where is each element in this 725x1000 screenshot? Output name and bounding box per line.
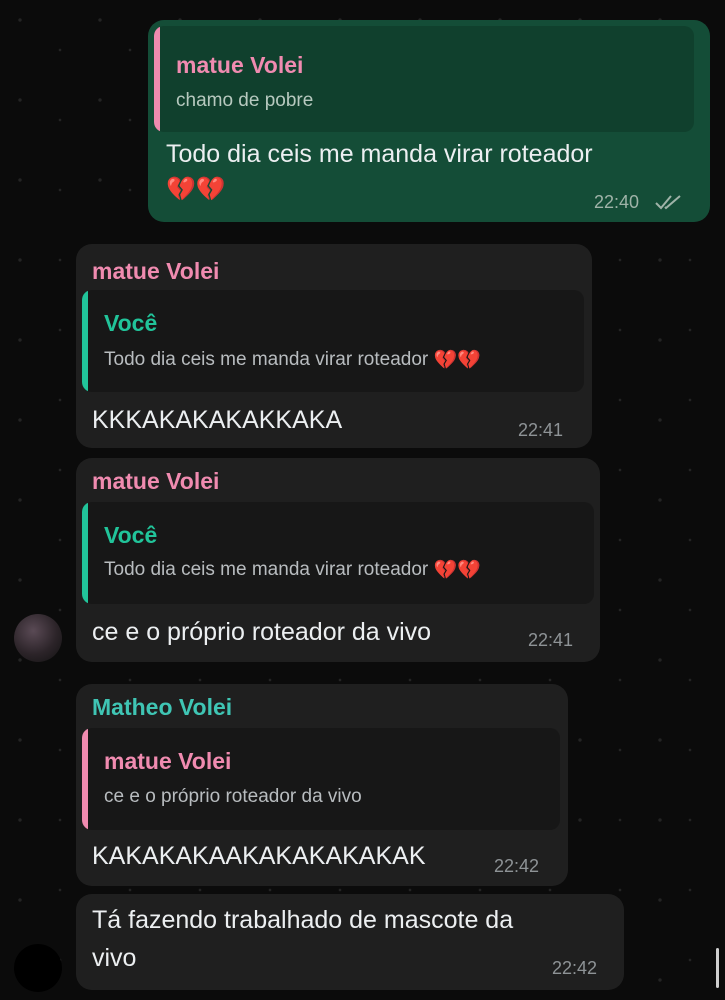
message-time: 22:42: [494, 856, 540, 876]
broken-heart-icon: 💔💔: [433, 560, 481, 581]
double-check-icon: [655, 195, 681, 210]
message-emoji: 💔💔: [166, 176, 226, 203]
quote-sender-name: matue Volei: [176, 52, 304, 78]
message-bubble-outgoing[interactable]: matue Volei chamo de pobre Todo dia ceis…: [148, 20, 710, 222]
message-text: ce e o próprio roteador da vivo: [92, 618, 432, 646]
broken-heart-icon: 💔💔: [433, 350, 481, 371]
avatar[interactable]: [14, 944, 62, 992]
message-time: 22:40: [594, 192, 640, 212]
avatar[interactable]: [14, 614, 62, 662]
sender-name: matue Volei: [92, 258, 220, 284]
message-text-line: vivo: [92, 944, 137, 972]
quote-sender-name: Você: [104, 310, 158, 336]
message-bubble-incoming[interactable]: Tá fazendo trabalhado de mascote da vivo…: [76, 894, 624, 990]
message-text: KAKAKAKAAKAKAKAKAKAK: [92, 842, 426, 870]
quote-bar: [82, 728, 88, 830]
message-text: KKKAKAKAKAKKAKA: [92, 406, 343, 434]
quote-text: Todo dia ceis me manda virar roteador 💔💔: [104, 349, 481, 371]
quote-text: ce e o próprio roteador da vivo: [104, 786, 362, 807]
scrollbar[interactable]: [716, 948, 719, 988]
message-time: 22:41: [528, 630, 574, 650]
message-bubble-incoming[interactable]: matue Volei Você Todo dia ceis me manda …: [76, 244, 592, 448]
quote-sender-name: Você: [104, 522, 158, 548]
message-bubble-incoming[interactable]: Matheo Volei matue Volei ce e o próprio …: [76, 684, 568, 886]
quote-bar: [82, 502, 88, 604]
reply-quote[interactable]: matue Volei chamo de pobre: [154, 26, 694, 132]
quote-bar: [82, 290, 88, 392]
message-time: 22:41: [518, 420, 564, 440]
message-time: 22:42: [552, 958, 598, 978]
sender-name: matue Volei: [92, 468, 220, 494]
sender-name: Matheo Volei: [92, 694, 233, 720]
quote-sender-name: matue Volei: [104, 748, 232, 774]
reply-quote[interactable]: Você Todo dia ceis me manda virar rotead…: [82, 502, 594, 604]
quote-text: Todo dia ceis me manda virar roteador 💔💔: [104, 559, 481, 581]
quote-bar: [154, 26, 160, 132]
message-text-line: Tá fazendo trabalhado de mascote da: [92, 906, 514, 934]
reply-quote[interactable]: matue Volei ce e o próprio roteador da v…: [82, 728, 560, 830]
quote-text: chamo de pobre: [176, 90, 314, 111]
reply-quote[interactable]: Você Todo dia ceis me manda virar rotead…: [82, 290, 584, 392]
message-bubble-incoming[interactable]: matue Volei Você Todo dia ceis me manda …: [76, 458, 600, 662]
message-text: Todo dia ceis me manda virar roteador: [166, 140, 593, 168]
